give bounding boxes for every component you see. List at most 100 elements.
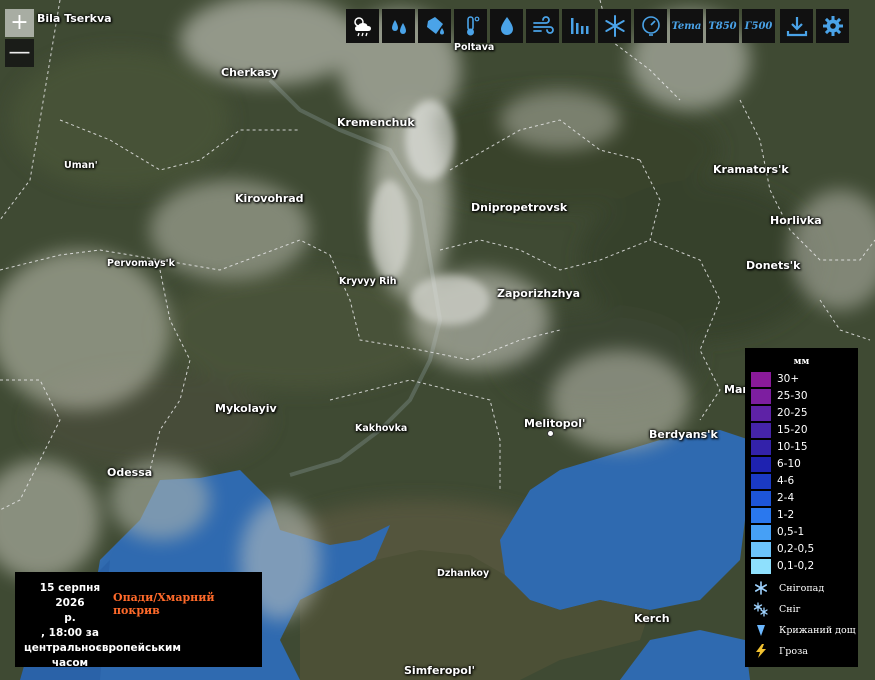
gauge-icon: [641, 16, 660, 36]
legend-scale-label: 1-2: [777, 509, 795, 521]
legend-item-freezing-rain: Крижаний дощ: [753, 622, 856, 638]
zoom-in-button[interactable]: +: [5, 9, 34, 37]
precip-layer-button[interactable]: [382, 9, 415, 43]
legend-scale-row: 0,1-0,2: [751, 558, 814, 574]
city-label: Kirovohrad: [235, 192, 304, 205]
legend-scale-row: 0,2-0,5: [751, 541, 814, 557]
date-line: , 18:00 за: [41, 627, 99, 639]
settings-button[interactable]: [816, 9, 849, 43]
wind-icon: [532, 16, 554, 34]
wind-layer-button[interactable]: [526, 9, 559, 43]
forecast-datetime: 15 серпня 2026 р. , 18:00 за центральноє…: [24, 581, 181, 671]
download-button[interactable]: [780, 9, 813, 43]
legend-scale-label: 0,1-0,2: [777, 560, 815, 572]
legend-swatch: [751, 541, 771, 557]
city-label: Donets'k: [746, 259, 801, 272]
city-label: Cherkasy: [221, 66, 279, 79]
legend-scale-label: 10-15: [777, 441, 808, 453]
city-label: Kerch: [634, 612, 670, 625]
city-label: Uman': [64, 160, 98, 171]
legend-scale-label: 30+: [777, 373, 800, 385]
temperature-layer-button[interactable]: [454, 9, 487, 43]
legend-scale-label: 15-20: [777, 424, 808, 436]
city-label: Zaporizhzhya: [497, 287, 581, 300]
date-line: часом: [51, 657, 89, 669]
legend-scale-row: 0,5-1: [751, 524, 804, 540]
legend-swatch: [751, 371, 771, 387]
zoom-out-button[interactable]: —: [5, 39, 34, 67]
legend-scale-row: 1-2: [751, 507, 794, 523]
city-label: Kakhovka: [355, 423, 408, 434]
date-line: центральноєвропейським: [24, 642, 181, 654]
tema-layer-button[interactable]: Tema: [670, 9, 703, 43]
city-label: Kremenchuk: [337, 116, 415, 129]
legend-scale-label: 0,2-0,5: [777, 543, 815, 555]
legend-scale-label: 2-4: [777, 492, 795, 504]
gauge-layer-button[interactable]: [634, 9, 667, 43]
sun-cloud-rain-icon: [353, 17, 371, 37]
bucket-icon: [426, 17, 444, 35]
legend-scale-label: 20-25: [777, 407, 808, 419]
accumulated-precip-button[interactable]: [418, 9, 451, 43]
download-icon: [786, 17, 807, 37]
legend-scale-row: 15-20: [751, 422, 808, 438]
snow-layer-button[interactable]: [598, 9, 631, 43]
pressure-bars-icon: [570, 18, 588, 34]
legend-swatch: [751, 388, 771, 404]
thermometer-icon: [466, 16, 479, 36]
legend-scale-row: 10-15: [751, 439, 808, 455]
city-label: Dnipropetrovsk: [471, 201, 568, 214]
thunderstorm-icon: [753, 643, 769, 659]
city-marker: [547, 430, 554, 437]
legend-swatch: [751, 558, 771, 574]
g500-layer-button[interactable]: Г500: [742, 9, 775, 43]
snowflake-icon: [604, 15, 625, 37]
raindrops-icon: [391, 20, 406, 34]
legend-swatch: [751, 405, 771, 421]
legend-swatch: [751, 456, 771, 472]
legend-unit: мм: [793, 357, 810, 367]
layer-title: Опади/Хмарний покрив: [113, 591, 215, 617]
legend-scale-label: 4-6: [777, 475, 795, 487]
precipitation-legend: мм 30+ 25-30 20-25 15-20 10-15 6-10 4-6 2-4 1-2 0…: [745, 348, 858, 667]
snowfall-icon: [753, 580, 769, 596]
date-line: р.: [64, 612, 76, 624]
humidity-drop-icon: [500, 17, 513, 35]
legend-scale-label: 0,5-1: [777, 526, 805, 538]
pressure-layer-button[interactable]: [562, 9, 595, 43]
city-label: Bila Tserkva: [37, 12, 112, 25]
legend-scale-label: 25-30: [777, 390, 808, 402]
snow-icon: [753, 601, 769, 617]
settings-gear-icon: [822, 16, 843, 36]
legend-swatch: [751, 524, 771, 540]
precip-cloud-layer-button[interactable]: [346, 9, 379, 43]
date-line: 15 серпня 2026: [39, 582, 101, 609]
legend-item-thunderstorm: Гроза: [753, 643, 808, 659]
legend-item-snowfall: Снігопад: [753, 580, 824, 596]
city-label-text: Melitopol': [524, 417, 586, 430]
legend-swatch: [751, 507, 771, 523]
t850-layer-button[interactable]: T850: [706, 9, 739, 43]
city-label: Dzhankoy: [437, 568, 490, 579]
city-label: Simferopol': [404, 664, 475, 677]
legend-swatch: [751, 473, 771, 489]
legend-scale-row: 30+: [751, 371, 799, 387]
city-label: Horlivka: [770, 214, 822, 227]
city-label: Kramators'k: [713, 163, 789, 176]
legend-swatch: [751, 490, 771, 506]
legend-scale-row: 25-30: [751, 388, 808, 404]
forecast-info-panel: 15 серпня 2026 р. , 18:00 за центральноє…: [15, 572, 262, 669]
city-label: Pervomays'k: [107, 258, 175, 269]
city-label: Mykolayiv: [215, 402, 277, 415]
city-label: Odessa: [107, 466, 153, 479]
city-label: Kryvyy Rih: [339, 276, 397, 287]
legend-scale-label: 6-10: [777, 458, 801, 470]
humidity-layer-button[interactable]: [490, 9, 523, 43]
city-label: Poltava: [454, 42, 495, 53]
legend-scale-row: 20-25: [751, 405, 808, 421]
legend-swatch: [751, 439, 771, 455]
legend-scale-row: 2-4: [751, 490, 794, 506]
legend-scale-row: 6-10: [751, 456, 801, 472]
legend-swatch: [751, 422, 771, 438]
city-label: Berdyans'k: [649, 428, 718, 441]
